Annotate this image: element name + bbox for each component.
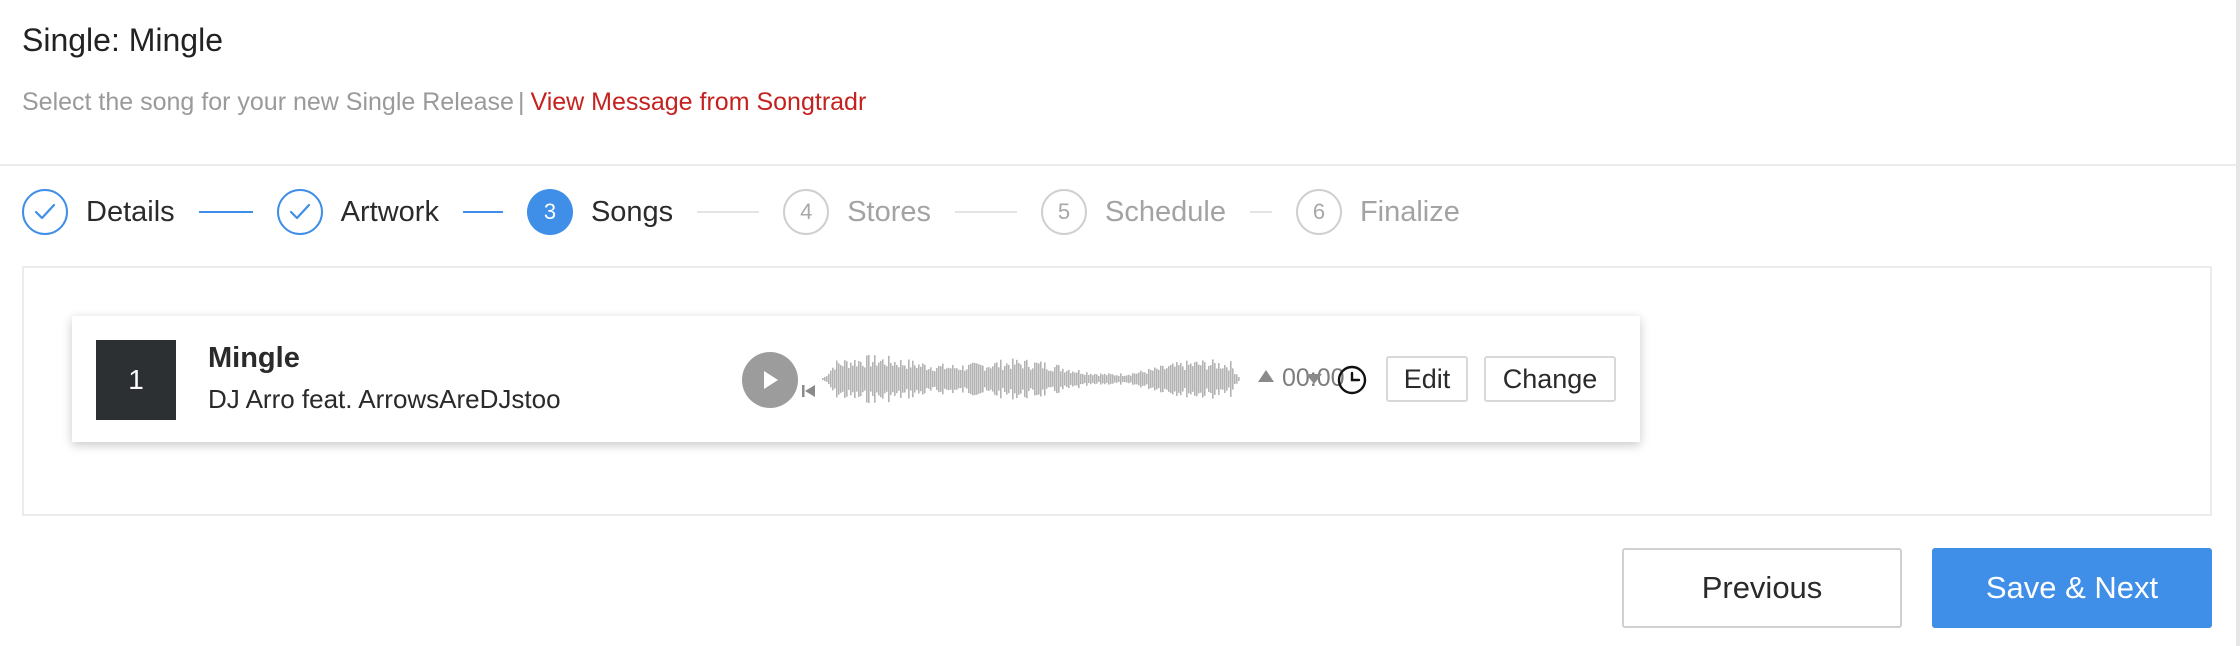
step-songs-label: Songs	[590, 195, 674, 228]
step-details[interactable]: Details	[22, 189, 175, 235]
step-schedule[interactable]: 5 Schedule	[1041, 189, 1226, 235]
previous-button[interactable]: Previous	[1622, 548, 1902, 628]
step-schedule-label: Schedule	[1105, 195, 1226, 228]
check-icon	[34, 203, 56, 220]
waveform[interactable]	[822, 350, 1240, 408]
check-icon	[289, 203, 310, 220]
step-stores-label: Stores	[847, 195, 932, 228]
page-subtitle: Select the song for your new Single Rele…	[22, 88, 866, 117]
step-finalize-number: 6	[1295, 189, 1342, 235]
step-stores-number: 4	[783, 189, 830, 235]
song-title: Mingle	[208, 342, 300, 374]
track-number-badge: 1	[96, 340, 176, 420]
step-schedule-number: 5	[1041, 189, 1088, 235]
song-artist: DJ Arro feat. ArrowsAreDJstoo	[208, 384, 561, 414]
step-finalize-label: Finalize	[1359, 195, 1460, 228]
volume-down-icon[interactable]	[1304, 372, 1324, 386]
scrollbar-track[interactable]	[2236, 0, 2240, 646]
step-connector	[462, 211, 503, 213]
step-connector	[1249, 211, 1272, 213]
step-stores[interactable]: 4 Stores	[783, 189, 931, 235]
clock-icon[interactable]	[1336, 364, 1368, 396]
edit-button[interactable]: Edit	[1386, 356, 1468, 402]
volume-up-icon[interactable]	[1256, 368, 1276, 384]
page-title: Single: Mingle	[22, 22, 223, 58]
step-details-circle	[22, 189, 68, 235]
step-songs-number: 3	[526, 189, 573, 235]
release-stepper: Details Artwork 3 Songs 4 Stores 5 Sched…	[22, 188, 1460, 236]
change-button[interactable]: Change	[1484, 356, 1616, 402]
step-connector	[955, 211, 1018, 213]
step-details-label: Details	[86, 195, 175, 228]
view-message-link[interactable]: View Message from Songtradr	[530, 88, 866, 116]
song-card: 1 Mingle DJ Arro feat. ArrowsAreDJstoo 0…	[72, 316, 1640, 442]
step-songs[interactable]: 3 Songs	[526, 189, 674, 235]
step-artwork[interactable]: Artwork	[276, 189, 439, 235]
step-connector	[697, 211, 760, 213]
step-artwork-circle	[276, 189, 323, 235]
subtitle-separator: |	[517, 88, 525, 116]
step-connector	[198, 211, 253, 213]
page-header: Single: Mingle Select the song for your …	[0, 0, 2236, 166]
save-next-button[interactable]: Save & Next	[1932, 548, 2212, 628]
step-artwork-label: Artwork	[340, 195, 439, 228]
play-button[interactable]	[742, 352, 798, 408]
rewind-icon[interactable]	[800, 382, 818, 400]
step-finalize[interactable]: 6 Finalize	[1295, 189, 1460, 235]
play-icon	[764, 371, 778, 389]
subtitle-text: Select the song for your new Single Rele…	[22, 88, 514, 116]
